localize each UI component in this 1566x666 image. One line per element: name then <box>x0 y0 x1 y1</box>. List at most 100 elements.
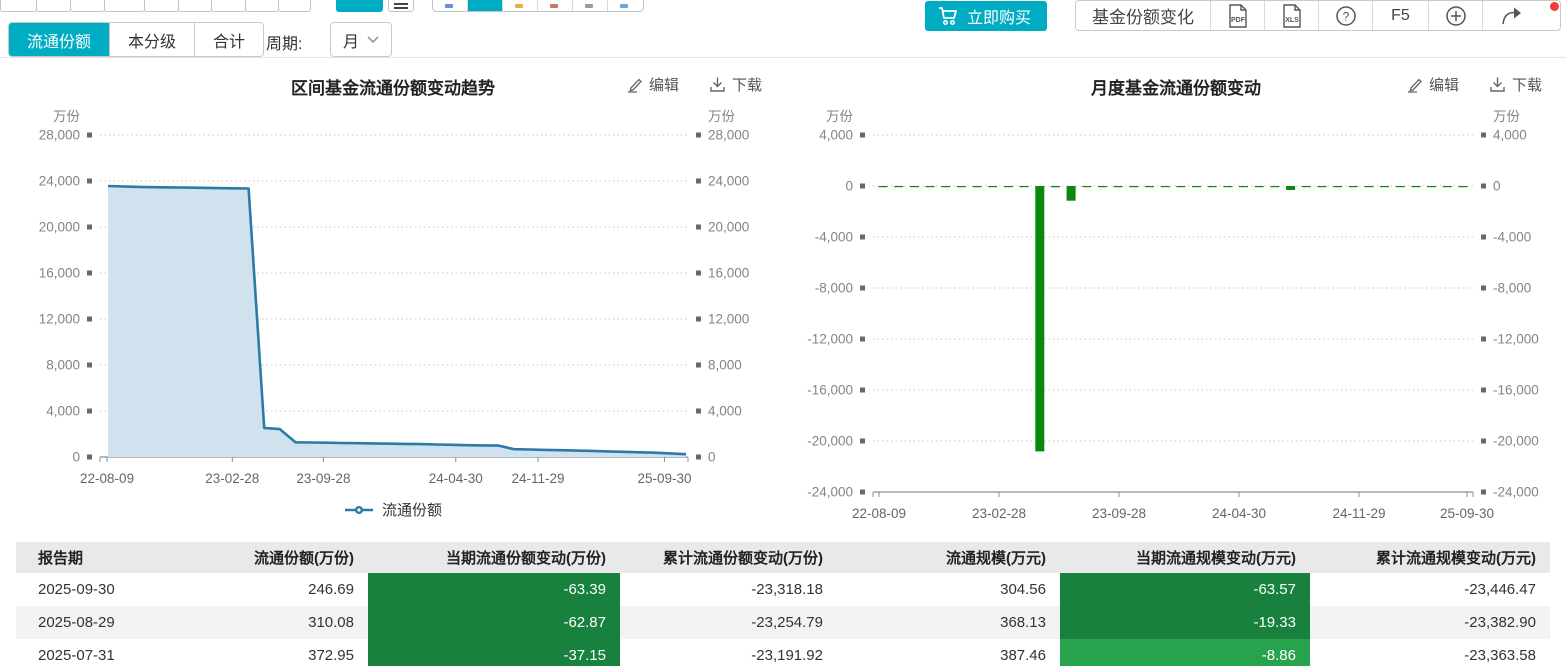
table-header-cell: 累计流通份额变动(万份) <box>620 542 837 573</box>
table-cell: 246.69 <box>170 573 368 606</box>
left-chart-edit-button[interactable]: 编辑 <box>626 74 679 95</box>
svg-text:-12,000: -12,000 <box>807 332 853 347</box>
svg-text:XLS: XLS <box>1285 17 1299 24</box>
table-cell: 310.08 <box>170 606 368 639</box>
right-chart-download-button[interactable]: 下载 <box>1489 74 1542 95</box>
svg-text:-4,000: -4,000 <box>1493 230 1531 245</box>
cut-off-tab[interactable] <box>178 0 212 12</box>
svg-text:PDF: PDF <box>1231 17 1246 24</box>
tab-this-class[interactable]: 本分级 <box>110 23 195 56</box>
refresh-f5-button[interactable]: F5 <box>1373 1 1429 30</box>
xls-icon: XLS <box>1280 3 1304 29</box>
svg-text:4,000: 4,000 <box>819 128 853 143</box>
add-button[interactable] <box>1429 1 1483 30</box>
menu-icon[interactable] <box>388 0 414 12</box>
svg-text:-24,000: -24,000 <box>1493 485 1539 500</box>
table-header-cell: 累计流通规模变动(万元) <box>1310 542 1550 573</box>
plus-circle-icon <box>1444 4 1468 28</box>
cut-off-button[interactable] <box>503 0 538 11</box>
notification-dot <box>1550 2 1559 11</box>
buy-now-button[interactable]: 立即购买 <box>925 1 1047 31</box>
trend-area-chart[interactable]: 28,00028,00024,00024,00020,00020,00016,0… <box>0 100 780 492</box>
edit-label: 编辑 <box>649 74 679 95</box>
edit-label: 编辑 <box>1429 74 1459 95</box>
table-cell: 2025-09-30 <box>16 573 170 606</box>
svg-text:16,000: 16,000 <box>39 266 80 281</box>
table-cell: -23,254.79 <box>620 606 837 639</box>
left-chart-download-button[interactable]: 下载 <box>709 74 762 95</box>
page-header: 流通份额 本分级 合计 周期: 月 立即购买 基金份额变化 PDF <box>0 0 1566 58</box>
period-value: 月 <box>343 28 359 52</box>
table-cell: 2025-08-29 <box>16 606 170 639</box>
pencil-icon <box>626 76 643 93</box>
left-chart-legend[interactable]: 流通份额 <box>0 499 786 520</box>
table-cell: 387.46 <box>837 639 1060 666</box>
svg-text:?: ? <box>1342 9 1349 23</box>
download-icon <box>709 76 726 93</box>
cut-off-tab[interactable] <box>211 0 246 12</box>
svg-text:-8,000: -8,000 <box>1493 281 1531 296</box>
svg-text:-20,000: -20,000 <box>1493 434 1539 449</box>
cut-off-tab[interactable] <box>70 0 105 12</box>
svg-text:12,000: 12,000 <box>39 312 80 327</box>
table-row[interactable]: 2025-09-30246.69-63.39-23,318.18304.56-6… <box>16 573 1550 606</box>
cut-off-button[interactable] <box>608 0 643 11</box>
tab-total[interactable]: 合计 <box>195 23 263 56</box>
svg-text:24-04-30: 24-04-30 <box>429 471 483 486</box>
period-dropdown[interactable]: 月 <box>330 22 392 57</box>
cut-off-tab[interactable] <box>245 0 279 12</box>
svg-text:22-08-09: 22-08-09 <box>852 506 906 521</box>
svg-text:0: 0 <box>1493 179 1501 194</box>
cut-off-button-group <box>432 0 644 12</box>
download-label: 下载 <box>1512 74 1542 95</box>
right-chart-edit-button[interactable]: 编辑 <box>1406 74 1459 95</box>
svg-text:25-09-30: 25-09-30 <box>637 471 691 486</box>
cut-off-tab[interactable] <box>0 0 37 12</box>
monthly-bar-chart[interactable]: 4,0004,00000-4,000-4,000-8,000-8,000-12,… <box>786 100 1562 532</box>
pdf-export-button[interactable]: PDF <box>1211 1 1265 30</box>
svg-text:万份: 万份 <box>708 109 736 124</box>
cut-off-tab[interactable] <box>36 0 71 12</box>
table-row[interactable]: 2025-08-29310.08-62.87-23,254.79368.13-1… <box>16 606 1550 639</box>
svg-text:24-04-30: 24-04-30 <box>1212 506 1266 521</box>
cut-off-tab[interactable] <box>104 0 145 12</box>
table-header-cell: 报告期 <box>16 542 170 573</box>
svg-text:4,000: 4,000 <box>46 404 80 419</box>
svg-text:28,000: 28,000 <box>708 128 749 143</box>
cut-off-tab[interactable] <box>278 0 311 12</box>
fund-share-change-button[interactable]: 基金份额变化 <box>1076 1 1211 30</box>
table-header-cell: 流通规模(万元) <box>837 542 1060 573</box>
cut-off-button-active[interactable] <box>468 0 503 11</box>
cut-off-button[interactable] <box>538 0 573 11</box>
download-icon <box>1489 76 1506 93</box>
svg-text:20,000: 20,000 <box>708 220 749 235</box>
table-cell: -23,191.92 <box>620 639 837 666</box>
xls-export-button[interactable]: XLS <box>1265 1 1319 30</box>
legend-line-marker <box>344 504 374 516</box>
pdf-icon: PDF <box>1226 3 1250 29</box>
svg-text:万份: 万份 <box>53 109 80 124</box>
cut-off-tab-active[interactable] <box>336 0 383 12</box>
pencil-icon <box>1406 76 1423 93</box>
charts-section: 区间基金流通份额变动趋势 编辑 下载 28,000 <box>0 58 1566 536</box>
tab-circulating-shares[interactable]: 流通份额 <box>9 23 110 56</box>
cut-off-tab[interactable] <box>144 0 179 12</box>
svg-text:25-09-30: 25-09-30 <box>1440 506 1494 521</box>
legend-label: 流通份额 <box>382 499 442 520</box>
table-row[interactable]: 2025-07-31372.95-37.15-23,191.92387.46-8… <box>16 639 1550 666</box>
svg-text:4,000: 4,000 <box>1493 128 1527 143</box>
svg-text:23-09-28: 23-09-28 <box>296 471 350 486</box>
svg-text:8,000: 8,000 <box>46 358 80 373</box>
table-header-cell: 流通份额(万份) <box>170 542 368 573</box>
table-header-cell: 当期流通规模变动(万元) <box>1060 542 1310 573</box>
table-header-cell: 当期流通份额变动(万份) <box>368 542 620 573</box>
table-cell: -23,446.47 <box>1310 573 1550 606</box>
share-button[interactable] <box>1483 1 1541 30</box>
svg-text:4,000: 4,000 <box>708 404 742 419</box>
help-button[interactable]: ? <box>1319 1 1373 30</box>
cut-off-button[interactable] <box>433 0 468 11</box>
svg-text:22-08-09: 22-08-09 <box>80 471 134 486</box>
cut-off-button[interactable] <box>573 0 608 11</box>
trend-chart-panel: 区间基金流通份额变动趋势 编辑 下载 28,000 <box>0 58 786 536</box>
svg-text:24-11-29: 24-11-29 <box>512 471 565 486</box>
